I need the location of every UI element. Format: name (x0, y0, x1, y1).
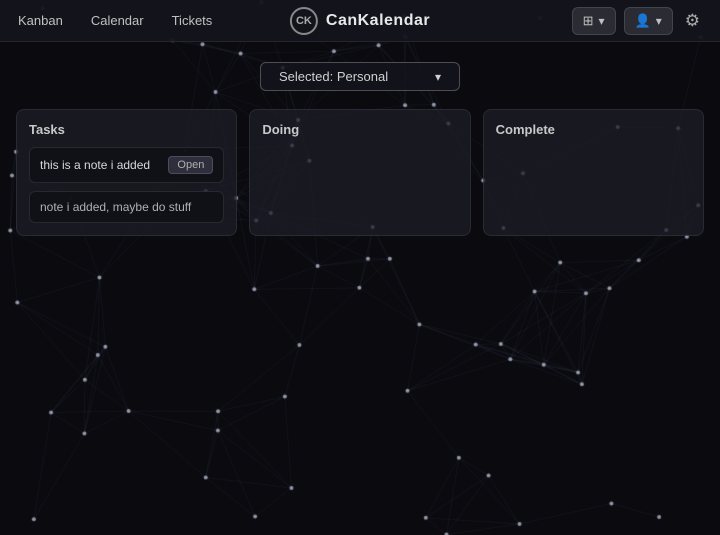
nav-calendar[interactable]: Calendar (89, 9, 146, 32)
selector-chevron-icon (435, 69, 441, 84)
doing-column-title: Doing (262, 122, 457, 137)
view-chevron-icon (599, 13, 605, 28)
main-content: Selected: Personal Tasks this is a note … (0, 42, 720, 256)
grid-icon: ⊞ (583, 13, 594, 29)
tasks-column: Tasks this is a note i added Open note i… (16, 109, 237, 236)
task-note: note i added, maybe do stuff (29, 191, 224, 223)
nav-tickets[interactable]: Tickets (170, 9, 215, 32)
brand-name: CanKalendar (326, 12, 430, 30)
task-open-badge[interactable]: Open (168, 156, 213, 174)
tasks-column-title: Tasks (29, 122, 224, 137)
brand: CK CanKalendar (290, 7, 430, 35)
complete-column: Complete (483, 109, 704, 236)
board-selector-button[interactable]: Selected: Personal (260, 62, 460, 91)
brand-icon: CK (290, 7, 318, 35)
selector-bar: Selected: Personal (16, 62, 704, 91)
nav-kanban[interactable]: Kanban (16, 9, 65, 32)
task-card-title: this is a note i added (40, 158, 160, 172)
gear-icon: ⚙ (685, 11, 700, 30)
selector-label: Selected: Personal (279, 69, 388, 84)
user-icon: 👤 (635, 13, 651, 29)
user-menu-button[interactable]: 👤 (624, 7, 673, 35)
doing-column: Doing (249, 109, 470, 236)
complete-column-title: Complete (496, 122, 691, 137)
user-chevron-icon (656, 13, 662, 28)
settings-button[interactable]: ⚙ (681, 8, 704, 33)
view-toggle-button[interactable]: ⊞ (572, 7, 616, 35)
nav-links: Kanban Calendar Tickets (16, 9, 214, 32)
task-card[interactable]: this is a note i added Open (29, 147, 224, 183)
navbar: Kanban Calendar Tickets CK CanKalendar ⊞… (0, 0, 720, 42)
nav-right: ⊞ 👤 ⚙ (572, 7, 704, 35)
kanban-board: Tasks this is a note i added Open note i… (16, 109, 704, 236)
